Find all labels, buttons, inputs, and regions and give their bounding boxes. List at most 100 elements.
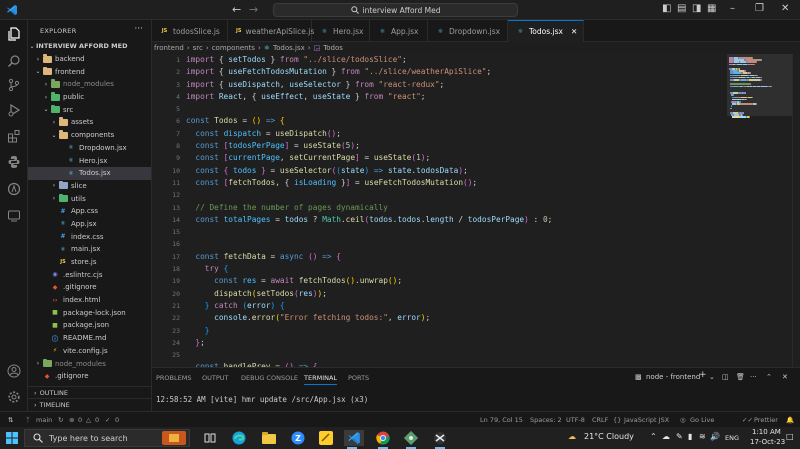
tree-folder[interactable]: › utils — [28, 192, 151, 205]
minimap[interactable] — [727, 54, 792, 367]
tree-file[interactable]: ◆ .gitignore — [28, 281, 151, 294]
tab-terminal[interactable]: TERMINAL — [304, 374, 338, 385]
cursor-position[interactable]: Ln 79, Col 15 — [480, 416, 523, 424]
volume-icon[interactable]: 🔊 — [710, 432, 720, 441]
outline-section[interactable]: › OUTLINE — [28, 386, 151, 398]
code-line[interactable]: // Define the number of pages dynamicall… — [186, 202, 726, 214]
breadcrumb-item[interactable]: Todos.jsx — [273, 44, 305, 52]
clock-date[interactable]: 17-Oct-23 — [750, 438, 785, 446]
more-actions-icon[interactable]: ··· — [750, 373, 757, 381]
code-line[interactable]: const fetchData = async () => { — [186, 251, 726, 263]
code-line[interactable]: console.error("Error fetching todos:", e… — [186, 312, 726, 324]
code-line[interactable]: const dispatch = useDispatch(); — [186, 128, 726, 140]
tree-folder[interactable]: › backend — [28, 53, 151, 66]
tree-file[interactable]: ⚛ Hero.jsx — [28, 154, 151, 167]
file-explorer-icon[interactable] — [261, 430, 277, 446]
toggle-secondary-sidebar-icon[interactable]: ◨ — [692, 3, 701, 14]
run-debug-icon[interactable] — [5, 101, 23, 119]
source-control-icon[interactable] — [5, 76, 23, 94]
input-language[interactable]: ENG — [725, 434, 739, 442]
close-panel-icon[interactable]: ✕ — [782, 373, 788, 381]
close-window-icon[interactable]: ✕ — [781, 3, 789, 14]
edge-browser-icon[interactable] — [231, 430, 247, 446]
code-line[interactable]: import { setTodos } from "../slice/todos… — [186, 54, 726, 66]
sync-icon[interactable]: ↻ — [58, 416, 63, 424]
code-line[interactable] — [186, 189, 726, 201]
tree-folder[interactable]: › assets — [28, 116, 151, 129]
git-client-icon[interactable] — [403, 430, 419, 449]
back-arrow-icon[interactable]: ← — [232, 3, 241, 16]
explorer-icon[interactable] — [5, 25, 23, 43]
tree-file[interactable]: # App.css — [28, 205, 151, 218]
tab-problems[interactable]: PROBLEMS — [156, 374, 191, 382]
code-line[interactable]: const { todos } = useSelector((state) =>… — [186, 165, 726, 177]
editor-tab[interactable]: JS todosSlice.js — [152, 20, 228, 42]
end-of-line[interactable]: CRLF — [592, 416, 608, 424]
notes-app-icon[interactable] — [318, 430, 334, 446]
vscode-logo-icon[interactable] — [6, 4, 18, 16]
timeline-section[interactable]: › TIMELINE — [28, 398, 151, 410]
chevron-up-icon[interactable]: ⌃ — [650, 432, 657, 441]
minimize-icon[interactable]: – — [730, 3, 735, 14]
workspace-root[interactable]: ⌄ INTERVIEW AFFORD MED — [28, 40, 151, 53]
accounts-icon[interactable] — [5, 362, 23, 380]
editor-tab[interactable]: ⚛ Hero.jsx — [312, 20, 370, 42]
toggle-primary-sidebar-icon[interactable]: ◧ — [662, 3, 671, 14]
code-line[interactable] — [186, 238, 726, 250]
code-line[interactable]: import React, { useEffect, useState } fr… — [186, 91, 726, 103]
tree-file[interactable]: # index.css — [28, 230, 151, 243]
new-terminal-icon[interactable]: + — [699, 370, 707, 380]
tree-file[interactable]: ‹› index.html — [28, 294, 151, 307]
code-line[interactable] — [186, 349, 726, 361]
cloud-sync-icon[interactable]: ☁ — [662, 432, 670, 441]
forward-arrow-icon[interactable]: → — [249, 3, 258, 16]
minimap-slider[interactable] — [727, 54, 792, 116]
ports-count[interactable]: 0 — [115, 416, 119, 424]
tree-file[interactable]: JS store.js — [28, 256, 151, 269]
code-area[interactable]: import { setTodos } from "../slice/todos… — [186, 54, 726, 367]
split-terminal-icon[interactable]: ◫ — [722, 373, 729, 381]
tree-folder[interactable]: ⌄ components — [28, 129, 151, 142]
toggle-panel-icon[interactable]: ▤ — [677, 3, 686, 14]
tree-file[interactable]: ⓘ README.md — [28, 332, 151, 345]
news-widget-icon[interactable] — [160, 430, 188, 446]
language-mode[interactable]: JavaScript JSX — [624, 416, 669, 424]
tree-file[interactable]: ⚛ main.jsx — [28, 243, 151, 256]
tree-file[interactable]: ◉ .eslintrc.cjs — [28, 268, 151, 281]
code-line[interactable]: const [todosPerPage] = useState(5); — [186, 140, 726, 152]
close-tab-icon[interactable]: ✕ — [571, 27, 577, 36]
pen-icon[interactable]: ✎ — [676, 432, 683, 441]
tree-folder[interactable]: › slice — [28, 180, 151, 193]
breadcrumb-item[interactable]: Todos — [323, 44, 343, 52]
tree-file[interactable]: ⚛ Todos.jsx — [28, 166, 151, 180]
clock-time[interactable]: 1:10 AM — [752, 428, 781, 436]
battery-icon[interactable]: ▮ — [688, 432, 692, 441]
code-line[interactable]: } catch (error) { — [186, 300, 726, 312]
editor-scrollbar[interactable] — [792, 54, 800, 367]
python-icon[interactable] — [5, 153, 23, 171]
prettier-status[interactable]: Prettier — [754, 416, 778, 424]
restore-icon[interactable]: ❐ — [755, 3, 764, 14]
code-line[interactable]: try { — [186, 263, 726, 275]
warnings-count[interactable]: 0 — [95, 416, 99, 424]
tree-file[interactable]: ⚡ vite.config.js — [28, 345, 151, 358]
vscode-taskbar-icon[interactable] — [344, 430, 364, 449]
tree-file[interactable]: ⚛ App.jsx — [28, 218, 151, 231]
code-line[interactable]: import { useDispatch, useSelector } from… — [186, 79, 726, 91]
terminal-name[interactable]: node - frontend — [646, 373, 700, 381]
notifications-bell-icon[interactable]: 🔔 — [786, 416, 794, 424]
customize-layout-icon[interactable]: ▦ — [707, 3, 716, 14]
encoding[interactable]: UTF-8 — [566, 416, 585, 424]
tree-file[interactable]: ■ package-lock.json — [28, 306, 151, 319]
windows-start-icon[interactable] — [4, 430, 20, 446]
indentation[interactable]: Spaces: 2 — [530, 416, 562, 424]
manage-gear-icon[interactable] — [5, 388, 23, 406]
breadcrumb-item[interactable]: src — [193, 44, 203, 52]
code-line[interactable]: }; — [186, 337, 726, 349]
tree-folder[interactable]: › public — [28, 91, 151, 104]
chevron-down-icon[interactable]: ⌄ — [709, 373, 715, 381]
editor-tab[interactable]: ⚛ App.jsx — [370, 20, 428, 42]
tree-file[interactable]: ◆ .gitignore — [28, 370, 151, 383]
code-line[interactable]: const res = await fetchTodos().unwrap(); — [186, 275, 726, 287]
tab-ports[interactable]: PORTS — [348, 374, 369, 382]
